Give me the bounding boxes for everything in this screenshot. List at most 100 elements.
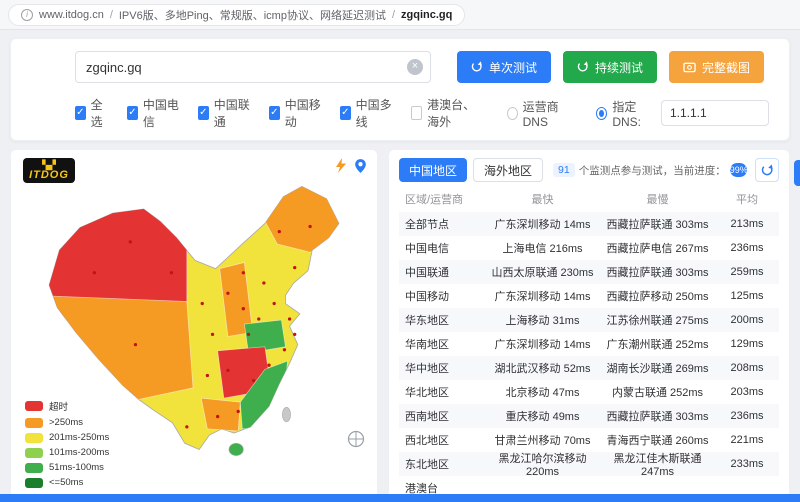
checkbox-box[interactable]: ✓: [340, 106, 351, 120]
checkbox-box[interactable]: ✓: [198, 106, 209, 120]
single-test-button[interactable]: 单次测试: [457, 51, 551, 83]
cell-fastest: 上海移动 31ms: [485, 312, 600, 328]
legend-item: >250ms: [25, 417, 109, 428]
map-panel: ▚▞ ITDOG: [10, 149, 378, 501]
continuous-test-button[interactable]: 持续测试: [563, 51, 657, 83]
header-region: 区域/运营商: [399, 191, 485, 207]
checkbox-box[interactable]: ✓: [269, 106, 280, 120]
compass-icon[interactable]: [347, 430, 365, 448]
table-row[interactable]: 华东地区上海移动 31ms江苏徐州联通 275ms200ms: [399, 308, 779, 332]
table-row[interactable]: 中国联通山西太原联通 230ms西藏拉萨联通 303ms259ms: [399, 260, 779, 284]
legend-swatch: [25, 401, 43, 411]
checkbox-box[interactable]: [411, 106, 422, 120]
table-row[interactable]: 中国电信上海电信 216ms西藏拉萨电信 267ms236ms: [399, 236, 779, 260]
table-header: 区域/运营商 最快 最慢 平均: [399, 186, 779, 212]
cell-fastest: 山西太原联通 230ms: [485, 264, 600, 280]
cell-region: 西北地区: [399, 432, 485, 448]
cell-average: 259ms: [715, 266, 779, 278]
url-separator: /: [110, 9, 113, 21]
table-row[interactable]: 华中地区湖北武汉移动 52ms湖南长沙联通 269ms208ms: [399, 356, 779, 380]
legend-swatch: [25, 463, 43, 473]
cell-average: 203ms: [715, 386, 779, 398]
panels: ▚▞ ITDOG: [10, 149, 790, 501]
table-row[interactable]: 西北地区甘肃兰州移动 70ms青海西宁联通 260ms221ms: [399, 428, 779, 452]
cell-region: 华南地区: [399, 336, 485, 352]
refresh-icon: [471, 61, 483, 73]
legend-item: 201ms-250ms: [25, 432, 109, 443]
map-legend: 超时>250ms201ms-250ms101ms-200ms51ms-100ms…: [25, 395, 109, 488]
host-input[interactable]: [75, 51, 431, 83]
cell-slowest: 西藏拉萨电信 267ms: [600, 240, 715, 256]
progress-area: 91 个监测点参与测试，当前进度： 99%: [553, 163, 747, 178]
results-table-body: 全部节点广东深圳移动 14ms西藏拉萨联通 303ms213ms中国电信上海电信…: [399, 212, 779, 500]
cell-slowest: 青海西宁联通 260ms: [600, 432, 715, 448]
side-widget-tab[interactable]: [794, 160, 800, 186]
full-screenshot-button[interactable]: 完整截图: [669, 51, 764, 83]
loop-icon: [577, 61, 589, 73]
checkbox-中国联通[interactable]: ✓中国联通: [198, 96, 251, 130]
checkbox-box[interactable]: ✓: [75, 106, 86, 120]
table-row[interactable]: 华北地区北京移动 47ms内蒙古联通 252ms203ms: [399, 380, 779, 404]
cell-region: 华东地区: [399, 312, 485, 328]
table-row[interactable]: 西南地区重庆移动 49ms西藏拉萨联通 303ms236ms: [399, 404, 779, 428]
header-slowest: 最慢: [600, 191, 715, 207]
cell-fastest: 重庆移动 49ms: [485, 408, 600, 424]
filter-row: ✓全选✓中国电信✓中国联通✓中国移动✓中国多线港澳台、海外 运营商DNS 指定D…: [75, 96, 769, 130]
legend-label: >250ms: [49, 417, 83, 428]
table-row[interactable]: 全部节点广东深圳移动 14ms西藏拉萨联通 303ms213ms: [399, 212, 779, 236]
checkbox-港澳台、海外[interactable]: 港澳台、海外: [411, 96, 483, 130]
legend-item: <=50ms: [25, 477, 109, 488]
checkbox-中国移动[interactable]: ✓中国移动: [269, 96, 322, 130]
cell-average: 213ms: [715, 218, 779, 230]
checkbox-中国多线[interactable]: ✓ 中国多线: [340, 96, 393, 130]
progress-percent: 99%: [730, 165, 747, 175]
radio-circle[interactable]: [507, 107, 518, 120]
clear-input-icon[interactable]: ×: [407, 59, 423, 75]
legend-swatch: [25, 478, 43, 488]
checkbox-label: 港澳台、海外: [427, 96, 483, 130]
cell-average: 125ms: [715, 290, 779, 302]
tab-overseas-region[interactable]: 海外地区: [473, 158, 543, 182]
legend-item: 51ms-100ms: [25, 462, 109, 473]
table-row[interactable]: 中国移动广东深圳移动 14ms西藏拉萨移动 250ms125ms: [399, 284, 779, 308]
radio-isp-dns[interactable]: 运营商DNS: [507, 98, 573, 129]
cell-fastest: 广东深圳移动 14ms: [485, 336, 600, 352]
search-input-wrap: ×: [75, 51, 431, 83]
full-screenshot-label: 完整截图: [702, 59, 750, 76]
url-domain: www.itdog.cn: [39, 9, 104, 21]
isp-checkbox-group: ✓全选✓中国电信✓中国联通✓中国移动✓中国多线港澳台、海外: [75, 96, 483, 130]
checkbox-box[interactable]: ✓: [127, 106, 138, 120]
checkbox-全选[interactable]: ✓全选: [75, 96, 109, 130]
refresh-results-button[interactable]: [755, 158, 779, 182]
cell-average: 236ms: [715, 410, 779, 422]
radio-custom-dns[interactable]: 指定DNS:: [596, 98, 655, 129]
cell-slowest: 湖南长沙联通 269ms: [600, 360, 715, 376]
dns-input[interactable]: [661, 100, 769, 126]
cell-slowest: 西藏拉萨移动 250ms: [600, 288, 715, 304]
cell-fastest: 广东深圳移动 14ms: [485, 288, 600, 304]
table-row[interactable]: 东北地区黑龙江哈尔滨移动 220ms黑龙江佳木斯联通 247ms233ms: [399, 452, 779, 476]
cell-slowest: 内蒙古联通 252ms: [600, 384, 715, 400]
checkbox-中国电信[interactable]: ✓中国电信: [127, 96, 180, 130]
cell-fastest: 广东深圳移动 14ms: [485, 216, 600, 232]
cell-slowest: 西藏拉萨联通 303ms: [600, 216, 715, 232]
table-row[interactable]: 华南地区广东深圳移动 14ms广东潮州联通 252ms129ms: [399, 332, 779, 356]
radio-circle-selected[interactable]: [596, 107, 607, 120]
url-separator: /: [392, 9, 395, 21]
legend-label: 超时: [49, 399, 68, 413]
cell-average: 208ms: [715, 362, 779, 374]
url-current-target: zgqinc.gq: [401, 9, 452, 21]
monitor-count-badge: 91: [553, 163, 575, 177]
footer-bar: [0, 494, 800, 502]
tabs-row: 中国地区 海外地区 91 个监测点参与测试，当前进度： 99%: [399, 158, 779, 182]
legend-item: 超时: [25, 399, 109, 413]
info-icon[interactable]: i: [21, 9, 33, 21]
map-region-tibet-orange: [33, 295, 193, 400]
checkbox-label: 中国多线: [356, 96, 393, 130]
map-region-northeast-orange: [263, 170, 351, 252]
cell-slowest: 西藏拉萨联通 303ms: [600, 264, 715, 280]
radio-custom-dns-label: 指定DNS:: [612, 98, 655, 129]
radio-isp-dns-label: 运营商DNS: [523, 98, 573, 129]
tab-china-region[interactable]: 中国地区: [399, 158, 467, 182]
address-bar[interactable]: i www.itdog.cn / IPV6版、多地Ping、常规版、icmp协议…: [8, 4, 465, 26]
